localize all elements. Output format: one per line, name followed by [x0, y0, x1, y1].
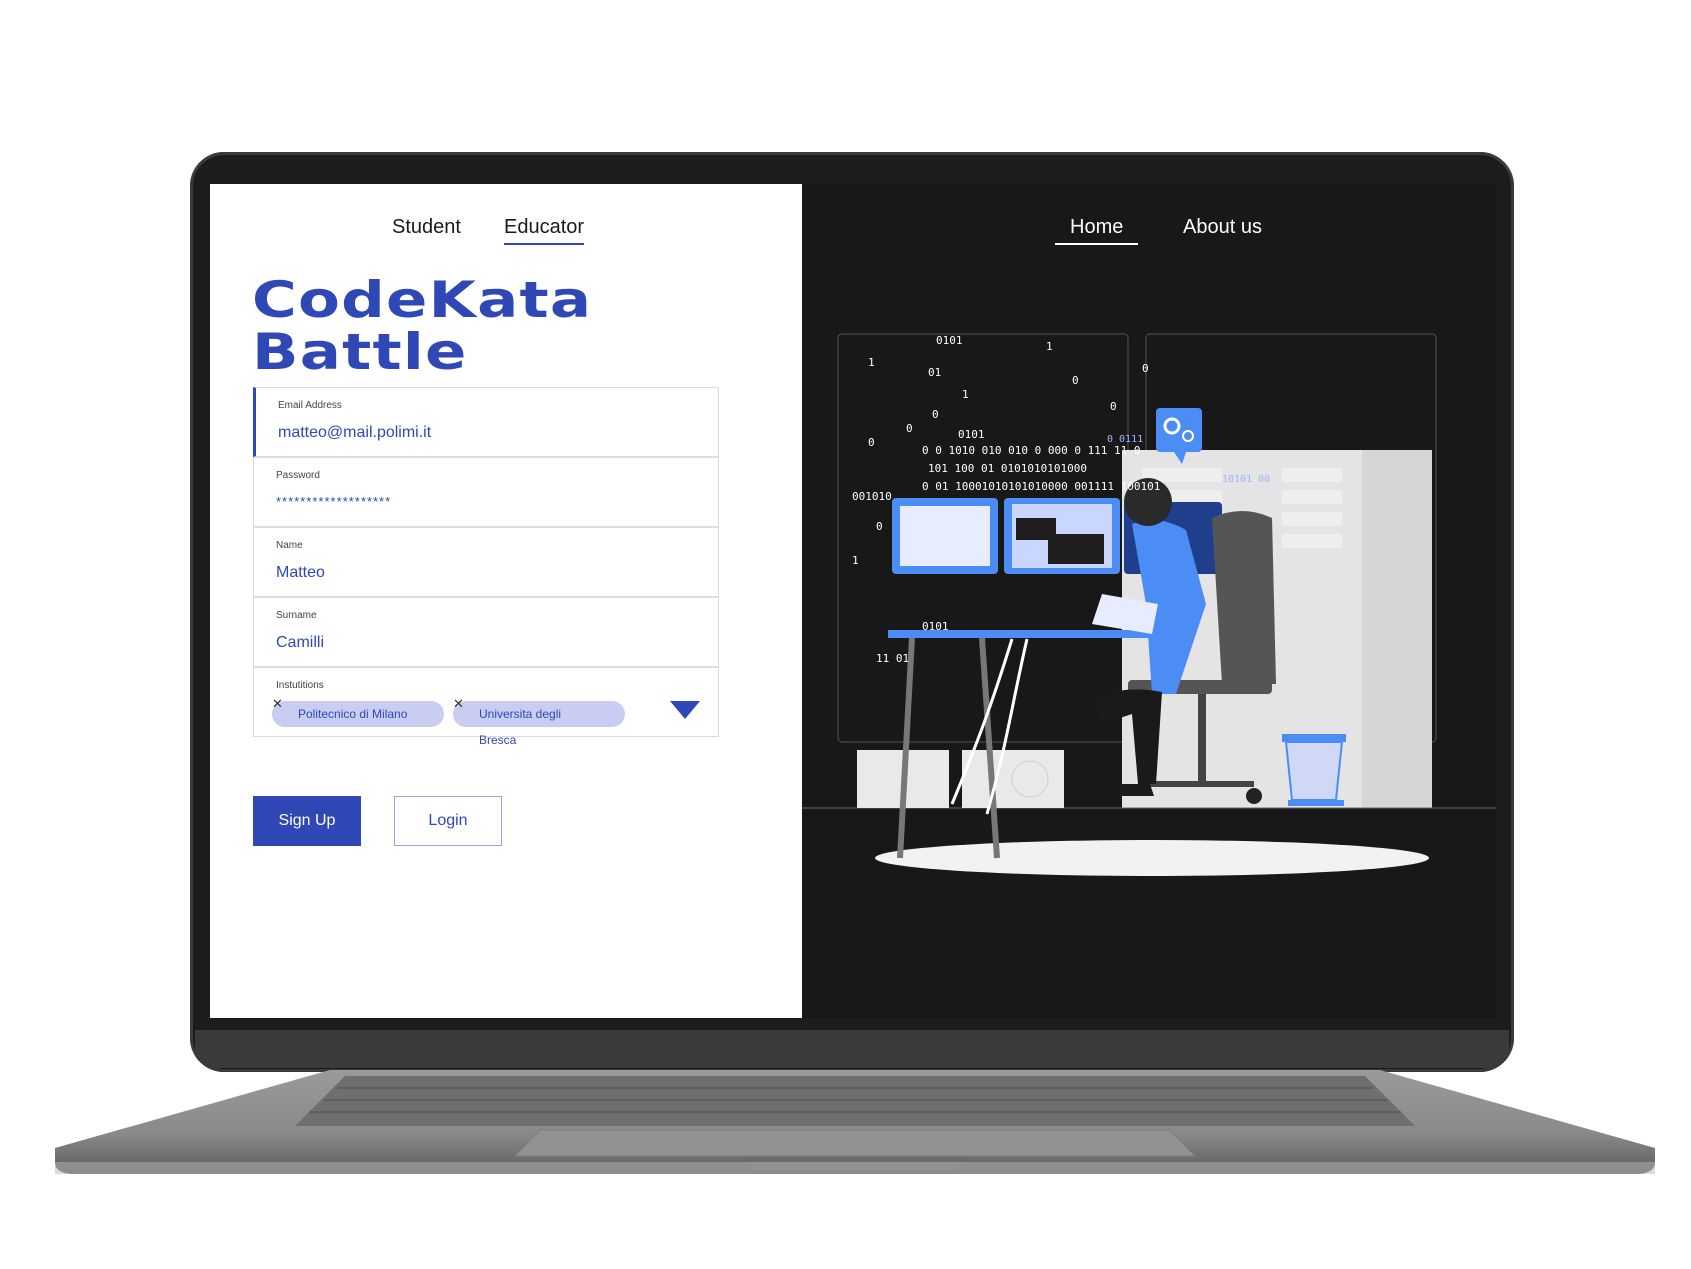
- binary-digits: 11 01: [876, 652, 909, 665]
- brand-line-1: CodeKata: [252, 271, 593, 329]
- password-field[interactable]: Password *******************: [253, 457, 719, 527]
- remove-chip-icon[interactable]: ✕: [272, 696, 283, 712]
- developer-illustration: 0101 1 1 01 0 1 0 0 0101 0 0 0 1010 010 …: [802, 333, 1496, 876]
- email-label: Email Address: [278, 400, 342, 411]
- binary-digits: 0 0 1010 010 010 0 000 0 111 11 0: [922, 444, 1141, 457]
- tab-student[interactable]: Student: [392, 216, 461, 239]
- binary-digits: 01: [928, 366, 941, 379]
- binary-digits: 0: [1110, 400, 1117, 413]
- binary-digits: 0: [876, 520, 883, 533]
- binary-digits: 0101: [922, 620, 949, 633]
- institution-chip[interactable]: Universita degli Bresca: [453, 701, 625, 747]
- screen: Student Educator CodeKata Battle Email A…: [210, 184, 1496, 1018]
- remove-chip-icon[interactable]: ✕: [453, 696, 464, 712]
- binary-digits: 0101: [936, 334, 963, 347]
- binary-digits: 0 0111: [1107, 434, 1143, 445]
- signup-button[interactable]: Sign Up: [253, 796, 361, 846]
- binary-digits: 0 01 10001010101010000 001111 100101: [922, 480, 1160, 493]
- binary-digits: 0: [906, 422, 913, 435]
- binary-digits: 101 100 01 0101010101000: [928, 462, 1087, 475]
- institutions-label: Instutitions: [276, 680, 324, 691]
- binary-digits: 1: [868, 356, 875, 369]
- binary-digits: 10101 00: [1222, 474, 1270, 485]
- name-value[interactable]: Matteo: [276, 564, 325, 582]
- surname-field[interactable]: Surname Camilli: [253, 597, 719, 667]
- name-label: Name: [276, 540, 303, 551]
- surname-value[interactable]: Camilli: [276, 634, 324, 652]
- institutions-field[interactable]: Instutitions Politecnico di Milano ✕ Uni…: [253, 667, 719, 747]
- binary-digits: 1: [962, 388, 969, 401]
- binary-digits: 1: [852, 554, 859, 567]
- tab-educator[interactable]: Educator: [504, 216, 585, 245]
- email-value[interactable]: matteo@mail.polimi.it: [278, 424, 431, 442]
- institution-chip[interactable]: Politecnico di Milano: [272, 701, 444, 727]
- dropdown-caret-icon[interactable]: [670, 701, 700, 719]
- binary-digits: 1: [1046, 340, 1053, 353]
- brand-line-2: Battle: [252, 323, 468, 381]
- signup-panel: Student Educator CodeKata Battle Email A…: [210, 184, 802, 1018]
- binary-digits: 0: [1142, 362, 1149, 375]
- hero-panel: Home About us 0101 1 1 01 0 1 0 0 0101 0…: [802, 184, 1496, 1018]
- name-field[interactable]: Name Matteo: [253, 527, 719, 597]
- binary-digits: 0: [1072, 374, 1079, 387]
- brand-title: CodeKata Battle: [252, 274, 592, 378]
- binary-digits: 0: [932, 408, 939, 421]
- password-label: Password: [276, 470, 320, 481]
- binary-digits: 0: [868, 436, 875, 449]
- login-button[interactable]: Login: [394, 796, 502, 846]
- binary-digits: 0101: [958, 428, 985, 441]
- laptop-base: [55, 1070, 1655, 1174]
- surname-label: Surname: [276, 610, 317, 621]
- password-value[interactable]: *******************: [276, 494, 391, 509]
- laptop-chin: [195, 1030, 1509, 1068]
- binary-digits: 001010: [852, 490, 892, 503]
- email-field[interactable]: Email Address matteo@mail.polimi.it: [253, 387, 719, 457]
